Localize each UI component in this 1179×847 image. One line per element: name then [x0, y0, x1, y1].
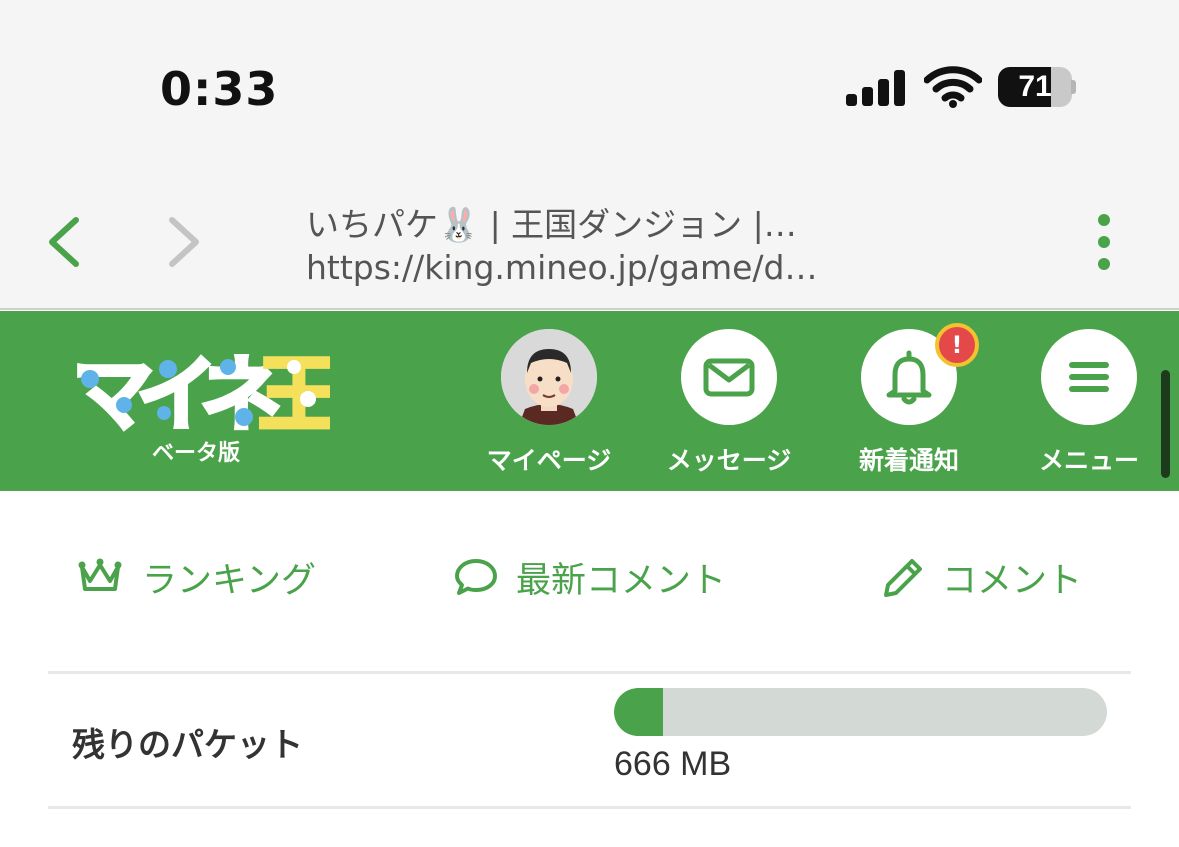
hamburger-menu-icon	[1069, 362, 1109, 392]
subnav-latest-comments[interactable]: 最新コメント	[454, 552, 726, 602]
battery-percent: 71	[1018, 70, 1052, 103]
header-messages-button[interactable]: メッセージ	[654, 329, 804, 489]
logo-beta-label: ベータ版	[152, 441, 241, 466]
battery-icon: 71	[998, 67, 1076, 107]
subnav-ranking[interactable]: ランキング	[76, 552, 316, 602]
packet-progress-bar	[614, 688, 1107, 736]
crown-icon	[78, 558, 122, 591]
packet-progress-fill	[614, 688, 664, 736]
speech-bubble-icon	[455, 559, 497, 595]
header-menu-button[interactable]: メニュー	[1014, 329, 1164, 489]
more-vertical-icon[interactable]	[1088, 210, 1120, 274]
pencil-icon	[884, 559, 922, 597]
browser-toolbar: いちパケ🐰 | 王国ダンジョン |… https://king.mineo.jp…	[0, 180, 1179, 310]
subnav-comment[interactable]: コメント	[878, 552, 1082, 602]
subnav-latest-comments-label: 最新コメント	[516, 560, 727, 601]
header-menu-label: メニュー	[1038, 446, 1139, 475]
page-url[interactable]: https://king.mineo.jp/game/d…	[306, 248, 817, 287]
divider	[48, 806, 1131, 809]
divider	[48, 671, 1131, 674]
subnav-comment-label: コメント	[942, 560, 1083, 601]
status-bar: 0:33 71	[0, 0, 1179, 180]
status-time: 0:33	[160, 62, 279, 116]
packet-remaining-value: 666 MB	[614, 745, 732, 783]
notification-badge: !	[935, 323, 979, 367]
forward-arrow-icon[interactable]	[152, 210, 212, 274]
wifi-icon	[924, 66, 982, 108]
packet-remaining-label: 残りのパケット	[72, 725, 303, 764]
header-mypage-button[interactable]: マイページ	[474, 329, 624, 489]
subnav-ranking-label: ランキング	[142, 560, 316, 601]
header-notifications-label: 新着通知	[858, 446, 959, 475]
header-messages-label: メッセージ	[666, 446, 792, 475]
envelope-icon	[703, 358, 755, 397]
back-arrow-icon[interactable]	[36, 210, 96, 274]
site-header: マ イ ネ 王 ベータ版 マイページ メッセージ ! 新着通知 メニュー	[0, 311, 1179, 491]
avatar	[501, 329, 597, 425]
page-title[interactable]: いちパケ🐰 | 王国ダンジョン |…	[306, 198, 797, 246]
avatar-icon	[501, 329, 597, 425]
cellular-signal-icon	[846, 70, 906, 106]
scrollbar[interactable]	[1161, 370, 1170, 478]
header-mypage-label: マイページ	[486, 446, 612, 475]
mineo-logo[interactable]: マ イ ネ 王	[68, 339, 330, 449]
header-notifications-button[interactable]: ! 新着通知	[834, 323, 984, 489]
